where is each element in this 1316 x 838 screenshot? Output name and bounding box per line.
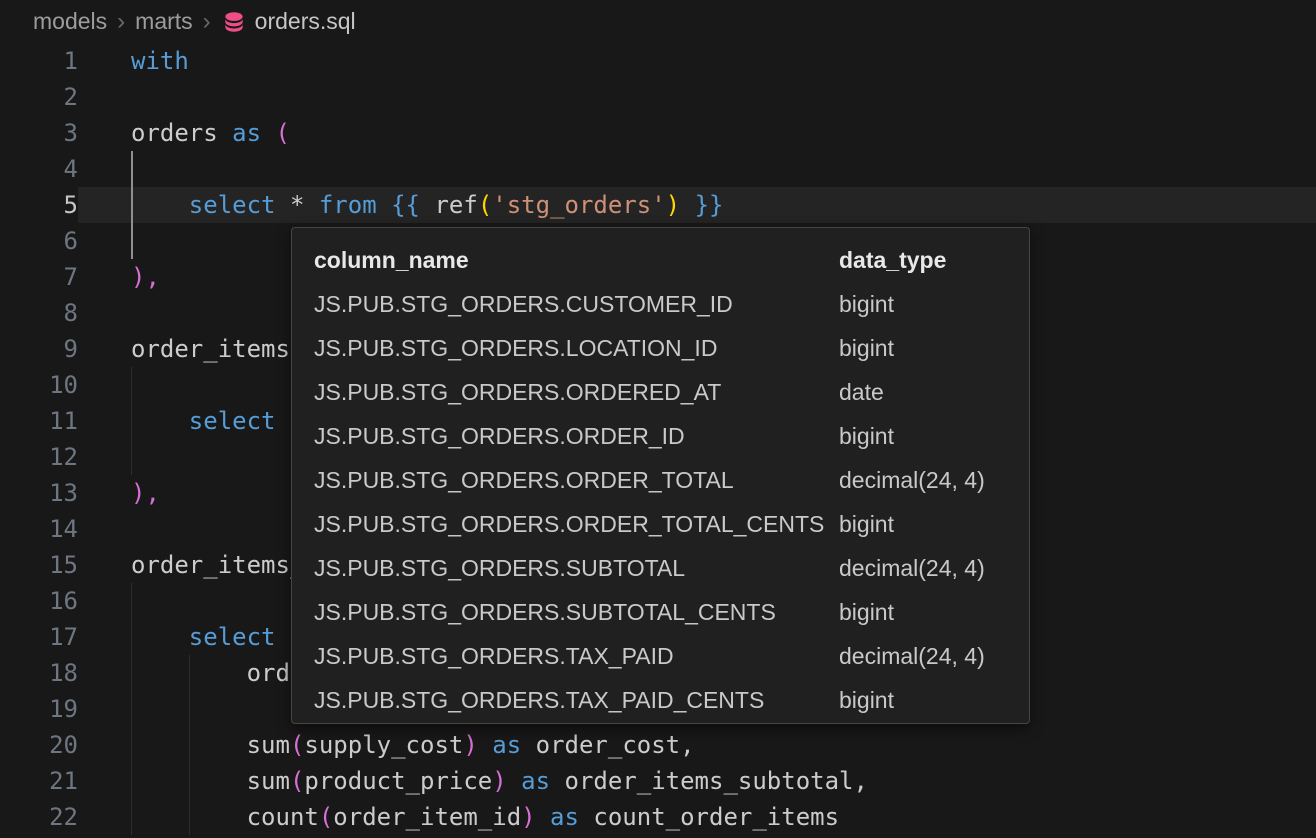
indent-guide bbox=[131, 583, 132, 619]
line-number[interactable]: 22 bbox=[0, 799, 78, 835]
data-type-cell: bigint bbox=[839, 326, 1029, 370]
line-number[interactable]: 2 bbox=[0, 79, 78, 115]
breadcrumb: models › marts › orders.sql bbox=[0, 0, 1316, 43]
data-type-cell: decimal(24, 4) bbox=[839, 458, 1029, 502]
data-type-cell: decimal(24, 4) bbox=[839, 546, 1029, 590]
code-line-22[interactable]: 22 count(order_item_id) as count_order_i… bbox=[0, 799, 1316, 835]
breadcrumb-item-marts[interactable]: marts bbox=[135, 8, 193, 35]
breadcrumb-item-models[interactable]: models bbox=[33, 8, 107, 35]
line-number[interactable]: 4 bbox=[0, 151, 78, 187]
column-row: JS.PUB.STG_ORDERS.ORDER_TOTALdecimal(24,… bbox=[292, 458, 1029, 502]
line-number[interactable]: 19 bbox=[0, 691, 78, 727]
column-name-cell: JS.PUB.STG_ORDERS.SUBTOTAL_CENTS bbox=[314, 590, 839, 634]
line-number[interactable]: 16 bbox=[0, 583, 78, 619]
line-number[interactable]: 18 bbox=[0, 655, 78, 691]
data-type-cell: bigint bbox=[839, 678, 1029, 722]
column-row: JS.PUB.STG_ORDERS.ORDER_IDbigint bbox=[292, 414, 1029, 458]
column-name-cell: JS.PUB.STG_ORDERS.ORDER_ID bbox=[314, 414, 839, 458]
line-number[interactable]: 12 bbox=[0, 439, 78, 475]
breadcrumb-file[interactable]: orders.sql bbox=[221, 8, 356, 35]
line-number[interactable]: 5 bbox=[0, 187, 78, 223]
indent-guide bbox=[131, 151, 133, 187]
indent-guide bbox=[131, 187, 133, 223]
code-line-content[interactable]: sum(supply_cost) as order_cost, bbox=[78, 727, 1316, 763]
code-line-21[interactable]: 21 sum(product_price) as order_items_sub… bbox=[0, 763, 1316, 799]
column-name-cell: JS.PUB.STG_ORDERS.LOCATION_ID bbox=[314, 326, 839, 370]
column-name-cell: JS.PUB.STG_ORDERS.ORDERED_AT bbox=[314, 370, 839, 414]
indent-guide bbox=[131, 223, 133, 259]
column-row: JS.PUB.STG_ORDERS.ORDER_TOTAL_CENTSbigin… bbox=[292, 502, 1029, 546]
indent-guide bbox=[189, 655, 190, 691]
indent-guide bbox=[189, 727, 190, 763]
column-table-body: JS.PUB.STG_ORDERS.CUSTOMER_IDbigintJS.PU… bbox=[292, 282, 1029, 722]
chevron-right-icon: › bbox=[117, 8, 125, 36]
code-line-5[interactable]: 5 select * from {{ ref('stg_orders') }} bbox=[0, 187, 1316, 223]
column-name-header: column_name bbox=[314, 238, 839, 282]
column-row: JS.PUB.STG_ORDERS.LOCATION_IDbigint bbox=[292, 326, 1029, 370]
indent-guide bbox=[131, 763, 132, 799]
column-row: JS.PUB.STG_ORDERS.SUBTOTAL_CENTSbigint bbox=[292, 590, 1029, 634]
indent-guide bbox=[189, 691, 190, 727]
line-number[interactable]: 14 bbox=[0, 511, 78, 547]
column-name-cell: JS.PUB.STG_ORDERS.SUBTOTAL bbox=[314, 546, 839, 590]
code-line-content[interactable]: sum(product_price) as order_items_subtot… bbox=[78, 763, 1316, 799]
code-line-2[interactable]: 2 bbox=[0, 79, 1316, 115]
line-number[interactable]: 9 bbox=[0, 331, 78, 367]
code-line-1[interactable]: 1with bbox=[0, 43, 1316, 79]
line-number[interactable]: 8 bbox=[0, 295, 78, 331]
code-line-3[interactable]: 3orders as ( bbox=[0, 115, 1316, 151]
code-line-4[interactable]: 4 bbox=[0, 151, 1316, 187]
line-number[interactable]: 10 bbox=[0, 367, 78, 403]
column-name-cell: JS.PUB.STG_ORDERS.TAX_PAID bbox=[314, 634, 839, 678]
column-row: JS.PUB.STG_ORDERS.ORDERED_ATdate bbox=[292, 370, 1029, 414]
data-type-header: data_type bbox=[839, 238, 1029, 282]
indent-guide bbox=[131, 691, 132, 727]
code-line-content[interactable]: with bbox=[78, 43, 1316, 79]
data-type-cell: date bbox=[839, 370, 1029, 414]
column-row: JS.PUB.STG_ORDERS.CUSTOMER_IDbigint bbox=[292, 282, 1029, 326]
indent-guide bbox=[131, 727, 132, 763]
indent-guide bbox=[131, 619, 132, 655]
code-line-20[interactable]: 20 sum(supply_cost) as order_cost, bbox=[0, 727, 1316, 763]
column-name-cell: JS.PUB.STG_ORDERS.ORDER_TOTAL_CENTS bbox=[314, 502, 839, 546]
indent-guide bbox=[189, 763, 190, 799]
data-type-cell: bigint bbox=[839, 502, 1029, 546]
column-name-cell: JS.PUB.STG_ORDERS.TAX_PAID_CENTS bbox=[314, 678, 839, 722]
line-number[interactable]: 20 bbox=[0, 727, 78, 763]
indent-guide bbox=[131, 439, 132, 475]
code-line-content[interactable] bbox=[78, 151, 1316, 187]
code-line-content[interactable] bbox=[78, 79, 1316, 115]
column-row: JS.PUB.STG_ORDERS.TAX_PAID_CENTSbigint bbox=[292, 678, 1029, 722]
line-number[interactable]: 6 bbox=[0, 223, 78, 259]
column-row: JS.PUB.STG_ORDERS.SUBTOTALdecimal(24, 4) bbox=[292, 546, 1029, 590]
line-number[interactable]: 15 bbox=[0, 547, 78, 583]
data-type-cell: bigint bbox=[839, 282, 1029, 326]
code-line-content[interactable]: select * from {{ ref('stg_orders') }} bbox=[78, 187, 1316, 223]
indent-guide bbox=[189, 799, 190, 835]
line-number[interactable]: 21 bbox=[0, 763, 78, 799]
indent-guide bbox=[131, 367, 132, 403]
data-type-cell: bigint bbox=[839, 414, 1029, 458]
column-row: JS.PUB.STG_ORDERS.TAX_PAIDdecimal(24, 4) bbox=[292, 634, 1029, 678]
column-table-header: column_name data_type bbox=[292, 238, 1029, 282]
chevron-right-icon: › bbox=[203, 8, 211, 36]
indent-guide bbox=[131, 799, 132, 835]
breadcrumb-file-label: orders.sql bbox=[255, 8, 356, 35]
indent-guide bbox=[131, 655, 132, 691]
line-number[interactable]: 13 bbox=[0, 475, 78, 511]
line-number[interactable]: 11 bbox=[0, 403, 78, 439]
column-name-cell: JS.PUB.STG_ORDERS.ORDER_TOTAL bbox=[314, 458, 839, 502]
line-number[interactable]: 3 bbox=[0, 115, 78, 151]
line-number[interactable]: 17 bbox=[0, 619, 78, 655]
column-info-popup: column_name data_type JS.PUB.STG_ORDERS.… bbox=[291, 227, 1030, 724]
code-line-content[interactable]: orders as ( bbox=[78, 115, 1316, 151]
database-icon bbox=[221, 9, 247, 35]
code-line-content[interactable]: count(order_item_id) as count_order_item… bbox=[78, 799, 1316, 835]
data-type-cell: decimal(24, 4) bbox=[839, 634, 1029, 678]
indent-guide bbox=[131, 403, 132, 439]
line-number[interactable]: 7 bbox=[0, 259, 78, 295]
data-type-cell: bigint bbox=[839, 590, 1029, 634]
line-number[interactable]: 1 bbox=[0, 43, 78, 79]
column-name-cell: JS.PUB.STG_ORDERS.CUSTOMER_ID bbox=[314, 282, 839, 326]
